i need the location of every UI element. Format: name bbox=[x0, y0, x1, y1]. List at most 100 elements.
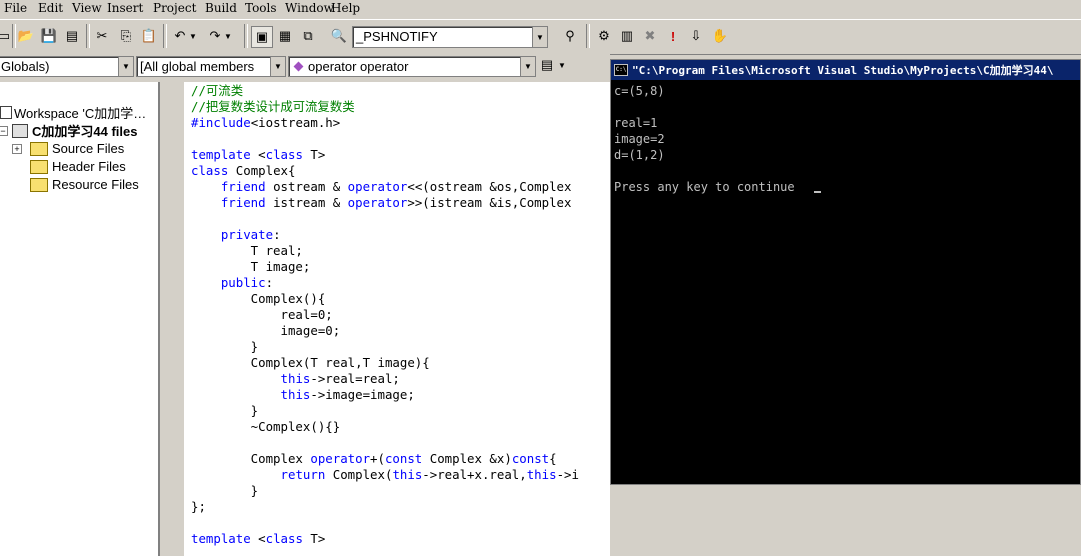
expand-icon[interactable]: + bbox=[12, 144, 22, 154]
menu-view[interactable]: View bbox=[72, 1, 102, 15]
copy-icon[interactable]: ⎘ bbox=[116, 26, 136, 46]
menu-insert[interactable]: Insert bbox=[107, 1, 143, 15]
tree-workspace-root[interactable]: Workspace 'C加加学… bbox=[0, 104, 146, 121]
console-line: real=1 bbox=[614, 116, 658, 130]
console-window[interactable]: C:\ "C:\Program Files\Microsoft Visual S… bbox=[610, 59, 1081, 485]
code-line: //把复数类设计成可流复数类 bbox=[191, 99, 355, 114]
code-line: image=0; bbox=[191, 323, 341, 338]
open-folder-icon[interactable]: 📂 bbox=[16, 26, 36, 46]
undo-dropdown-icon[interactable]: ▼ bbox=[188, 26, 198, 46]
code-line: this->image=image; bbox=[280, 387, 415, 402]
go-icon[interactable]: ⇩ bbox=[686, 26, 706, 46]
code-line: class Complex{ bbox=[191, 163, 296, 178]
console-app-icon: C:\ bbox=[614, 64, 628, 76]
chevron-down-icon[interactable]: ▼ bbox=[532, 27, 547, 47]
collapse-icon[interactable]: − bbox=[0, 126, 8, 136]
workspace-icon bbox=[0, 106, 12, 119]
menu-build[interactable]: Build bbox=[205, 1, 237, 15]
chevron-down-icon[interactable]: ▼ bbox=[118, 57, 133, 76]
chevron-down-icon[interactable]: ▼ bbox=[270, 57, 285, 76]
console-cursor bbox=[814, 191, 821, 193]
code-editor[interactable]: //可流类//把复数类设计成可流复数类 #include<iostream.h> t… bbox=[184, 82, 610, 556]
code-line: Complex operator+(const Complex &x)const… bbox=[191, 451, 557, 466]
code-line: real=0; bbox=[191, 307, 333, 322]
menu-edit[interactable]: Edit bbox=[38, 1, 63, 15]
find-combo-value: _PSHNOTIFY bbox=[356, 29, 438, 44]
console-line: d=(1,2) bbox=[614, 148, 665, 162]
chevron-down-icon[interactable]: ▼ bbox=[520, 57, 535, 76]
folder-icon bbox=[30, 159, 48, 174]
workspace-toggle-icon[interactable]: ▣ bbox=[251, 26, 273, 48]
filter-combo-value: [All global members bbox=[140, 59, 255, 74]
code-line: }; bbox=[191, 499, 206, 514]
code-line: ~Complex(){} bbox=[191, 419, 341, 434]
console-title: "C:\Program Files\Microsoft Visual Studi… bbox=[632, 64, 1054, 77]
menu-window[interactable]: Window bbox=[285, 1, 334, 15]
menu-project[interactable]: Project bbox=[153, 1, 196, 15]
wizard-dropdown-icon[interactable]: ▼ bbox=[557, 55, 567, 75]
save-icon[interactable]: 💾 bbox=[39, 26, 59, 46]
compile-icon[interactable]: ⚙ bbox=[594, 26, 614, 46]
class-combo[interactable]: Globals) ▼ bbox=[0, 56, 134, 77]
workspace-panel: Workspace 'C加加学… − C加加学习44 files + Sourc… bbox=[0, 82, 160, 556]
console-line: c=(5,8) bbox=[614, 84, 665, 98]
redo-icon[interactable]: ↷ bbox=[205, 26, 225, 46]
execute-icon[interactable]: ! bbox=[663, 26, 683, 46]
code-line: return Complex(this->real+x.real,this->i bbox=[280, 467, 579, 482]
code-line: template <class T> bbox=[191, 531, 326, 546]
undo-icon[interactable]: ↶ bbox=[170, 26, 190, 46]
tree-resource-files[interactable]: Resource Files bbox=[12, 176, 139, 193]
member-diamond-icon bbox=[293, 61, 304, 72]
stop-build-icon[interactable]: ✖ bbox=[640, 26, 660, 46]
find-icon[interactable]: ⚲ bbox=[560, 26, 580, 46]
code-line: #include<iostream.h> bbox=[191, 115, 341, 130]
console-line: image=2 bbox=[614, 132, 665, 146]
output-window-icon[interactable]: ▦ bbox=[275, 26, 295, 46]
panel-splitter[interactable] bbox=[160, 82, 184, 556]
class-combo-value: Globals) bbox=[1, 59, 50, 74]
console-line: Press any key to continue bbox=[614, 180, 795, 194]
member-combo[interactable]: operator operator ▼ bbox=[288, 56, 536, 77]
project-icon bbox=[12, 123, 28, 138]
workspace-root-label: Workspace 'C加加学… bbox=[14, 106, 147, 121]
menu-tools[interactable]: Tools bbox=[245, 1, 277, 15]
code-line: public: bbox=[220, 275, 274, 290]
console-title-bar[interactable]: C:\ "C:\Program Files\Microsoft Visual S… bbox=[611, 60, 1080, 80]
paste-icon[interactable]: 📋 bbox=[139, 26, 159, 46]
standard-toolbar: ▭ 📂 💾 ▤ ✂ ⎘ 📋 ↶ ▼ ↷ ▼ ▣ ▦ ⧉ 🔍 _PSHNOTIFY… bbox=[0, 19, 1081, 55]
member-combo-value: operator operator bbox=[308, 59, 409, 74]
tree-project[interactable]: − C加加学习44 files bbox=[0, 122, 137, 139]
filter-combo[interactable]: [All global members ▼ bbox=[136, 56, 286, 77]
wizard-bar: Globals) ▼ [All global members ▼ operato… bbox=[0, 54, 610, 80]
find-in-files-icon[interactable]: 🔍 bbox=[329, 26, 349, 46]
find-combo[interactable]: _PSHNOTIFY ▼ bbox=[352, 26, 548, 48]
tree-header-files[interactable]: Header Files bbox=[12, 158, 126, 175]
code-line: Complex(){ bbox=[191, 291, 326, 306]
breakpoint-hand-icon[interactable]: ✋ bbox=[710, 26, 730, 46]
window-list-icon[interactable]: ⧉ bbox=[298, 26, 318, 46]
wizard-action-icon[interactable]: ▤ bbox=[537, 55, 557, 75]
background-area bbox=[610, 485, 1081, 556]
folder-icon bbox=[30, 177, 48, 192]
build-icon[interactable]: ▥ bbox=[617, 26, 637, 46]
resource-files-label: Resource Files bbox=[52, 177, 139, 192]
code-line: this->real=real; bbox=[280, 371, 400, 386]
header-files-label: Header Files bbox=[52, 159, 126, 174]
code-line: template <class T> bbox=[191, 147, 326, 162]
code-line: T image; bbox=[191, 259, 311, 274]
code-line: Complex(T real,T image){ bbox=[191, 355, 430, 370]
menu-file[interactable]: File bbox=[4, 1, 27, 15]
redo-dropdown-icon[interactable]: ▼ bbox=[223, 26, 233, 46]
code-line: //可流类 bbox=[191, 83, 244, 98]
code-line: T real; bbox=[191, 243, 303, 258]
code-line: } bbox=[191, 403, 259, 418]
cut-icon[interactable]: ✂ bbox=[92, 26, 112, 46]
code-line: friend istream & operator>>(istream &is,… bbox=[220, 195, 572, 210]
folder-icon bbox=[30, 141, 48, 156]
save-all-icon[interactable]: ▤ bbox=[62, 26, 82, 46]
tree-source-files[interactable]: + Source Files bbox=[12, 140, 124, 157]
project-label: C加加学习44 files bbox=[32, 124, 138, 139]
menu-help[interactable]: Help bbox=[331, 1, 360, 15]
code-line: friend ostream & operator<<(ostream &os,… bbox=[220, 179, 572, 194]
code-line: } bbox=[191, 339, 259, 354]
